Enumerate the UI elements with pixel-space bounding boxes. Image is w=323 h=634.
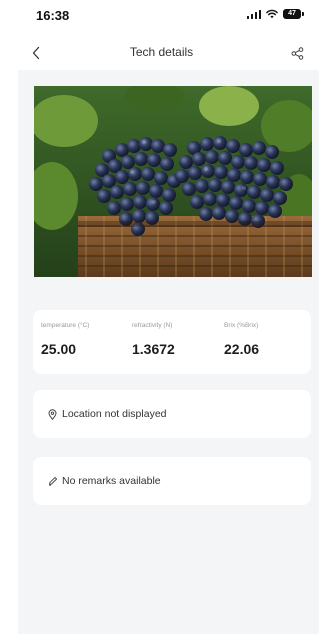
status-bar: 16:38 47	[0, 0, 323, 32]
location-text: Location not displayed	[62, 408, 167, 420]
grapes-basket-image	[34, 86, 312, 277]
status-time: 16:38	[36, 8, 70, 23]
cellular-signal-icon	[246, 9, 261, 19]
location-card[interactable]: Location not displayed	[33, 390, 311, 438]
tech-details-screen: 16:38 47 Tech details temperature (°C) 2…	[0, 0, 323, 634]
measurement-card: temperature (°C) 25.00 refractivity (N) …	[33, 310, 311, 374]
details-panel: temperature (°C) 25.00 refractivity (N) …	[18, 70, 319, 634]
location-pin-icon	[47, 408, 58, 420]
metric-value: 1.3672	[132, 341, 175, 357]
metric-refractivity: refractivity (N) 1.3672	[132, 322, 175, 357]
metric-value: 22.06	[224, 341, 260, 357]
metric-brix: Brix (%Brix) 22.06	[224, 322, 259, 357]
battery-icon: 47	[283, 9, 304, 19]
wifi-icon	[266, 9, 278, 19]
share-icon	[291, 46, 303, 60]
share-button[interactable]	[287, 43, 307, 63]
grapes-photo	[34, 86, 312, 277]
pencil-icon	[47, 476, 58, 487]
metric-label: temperature (°C)	[41, 322, 90, 329]
remarks-card[interactable]: No remarks available	[33, 457, 311, 505]
status-icons: 47	[246, 9, 304, 19]
nav-bar: Tech details	[0, 36, 323, 70]
metric-label: Brix (%Brix)	[224, 322, 259, 329]
metric-temperature: temperature (°C) 25.00	[41, 322, 89, 357]
remarks-text: No remarks available	[62, 475, 161, 487]
metric-label: refractivity (N)	[132, 322, 173, 329]
metric-value: 25.00	[41, 341, 77, 357]
page-title: Tech details	[129, 45, 194, 59]
